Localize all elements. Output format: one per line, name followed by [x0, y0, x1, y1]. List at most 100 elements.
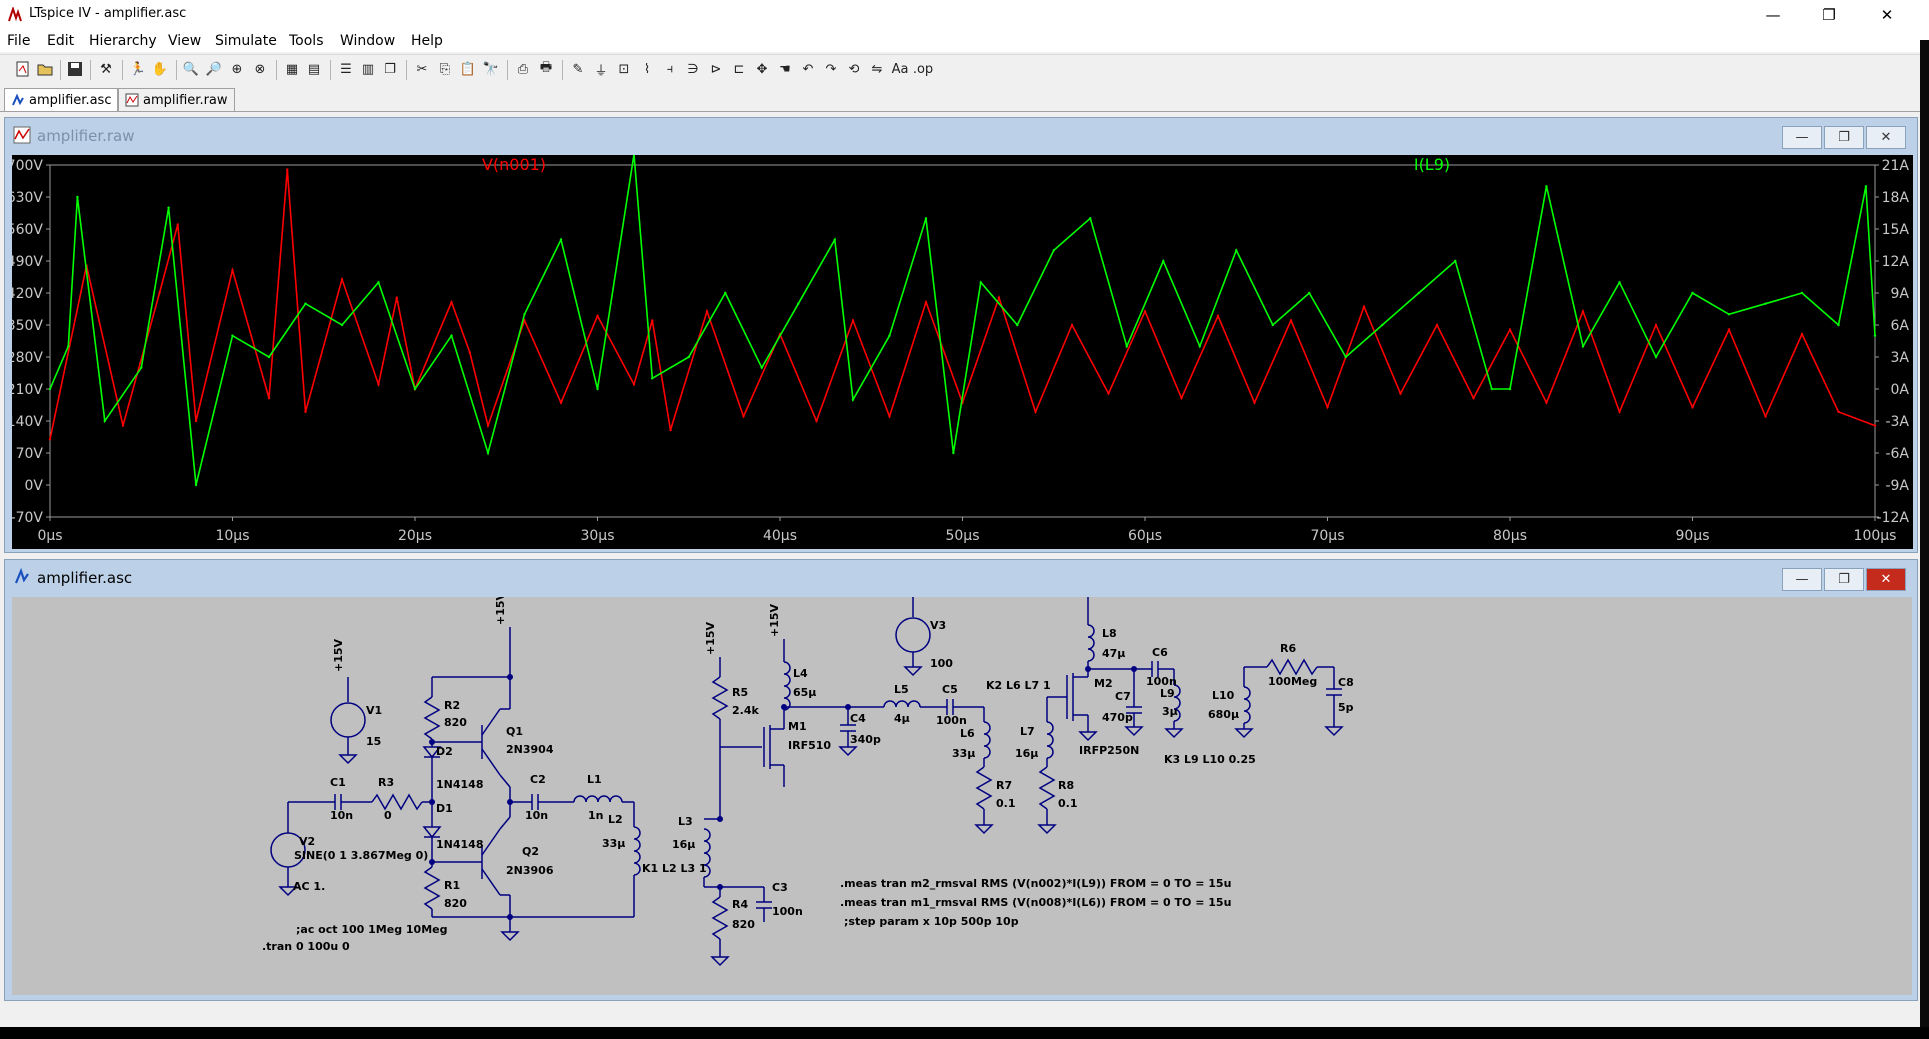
v1-value: 15: [366, 735, 381, 748]
c5-label: C5: [942, 683, 958, 696]
zoom-in-icon[interactable]: 🔍: [182, 60, 200, 78]
waveform-icon: [13, 126, 31, 144]
d1-label: D1: [436, 802, 453, 815]
cascade-icon[interactable]: ❐: [381, 60, 399, 78]
series-point-v-n001: [377, 383, 380, 386]
y-right-tick-label: 3A: [1891, 350, 1910, 366]
draw-wire-icon[interactable]: ✎: [569, 60, 587, 78]
print-icon[interactable]: 🖶: [537, 60, 555, 78]
menu-edit[interactable]: Edit: [47, 33, 74, 49]
series-point-v-n001: [651, 319, 654, 322]
cut-icon[interactable]: ✂: [413, 60, 431, 78]
l2-value: 33µ: [602, 837, 625, 850]
run-icon[interactable]: 🏃: [129, 60, 147, 78]
series-point-v-n001: [1399, 392, 1402, 395]
zoom-fit-icon[interactable]: ⊕: [228, 60, 246, 78]
waveform-chart: 700V 630V 560V 490V 420V 350V 280V 210V 140V 70V 0…: [7, 153, 1910, 544]
c4-label: C4: [850, 712, 866, 725]
ac-directive: ;ac oct 100 1Meg 10Meg: [296, 923, 447, 936]
autorange-icon[interactable]: ▦: [283, 60, 301, 78]
series-point-i-l9: [760, 366, 763, 369]
copy-icon[interactable]: ⎘: [436, 60, 454, 78]
drag-icon[interactable]: ☚: [776, 60, 794, 78]
series-point-v-n001: [1180, 396, 1183, 400]
r8-label: R8: [1058, 779, 1074, 792]
y-right-tick-label: 18A: [1882, 190, 1910, 206]
save-icon[interactable]: [66, 60, 84, 78]
menu-hierarchy[interactable]: Hierarchy: [89, 33, 157, 49]
c7-value: 470p: [1102, 711, 1133, 724]
series-point-i-l9: [103, 419, 106, 423]
mirror-icon[interactable]: ⇋: [868, 60, 886, 78]
view-grid-icon[interactable]: ▤: [305, 60, 323, 78]
k3-directive: K3 L9 L10 0.25: [1164, 753, 1256, 766]
l8-label: L8: [1102, 627, 1117, 640]
series-point-i-l9: [67, 345, 70, 348]
schematic-icon: [12, 93, 24, 106]
series-point-v-n001: [705, 310, 709, 313]
tile-vertical-icon[interactable]: ▥: [359, 60, 377, 78]
ground-icon[interactable]: ⏚: [592, 60, 610, 79]
undo-icon[interactable]: ↶: [799, 60, 817, 78]
diode-icon[interactable]: ⊳: [707, 60, 725, 78]
print-preview-icon[interactable]: ⎙: [514, 60, 532, 78]
text-icon[interactable]: Aa: [891, 60, 909, 78]
tile-horizontal-icon[interactable]: ☰: [337, 60, 355, 78]
taskbar-edge: [0, 1027, 1929, 1039]
l5-label: L5: [894, 683, 909, 696]
capacitor-icon[interactable]: ⫞: [661, 60, 679, 78]
tab-amplifier-raw[interactable]: amplifier.raw: [118, 88, 235, 111]
inductor-icon[interactable]: ∋: [684, 60, 702, 78]
series-point-i-l9: [1618, 281, 1621, 284]
paste-icon[interactable]: 📋: [459, 60, 477, 78]
new-schematic-icon[interactable]: [14, 60, 32, 78]
open-icon[interactable]: [36, 60, 54, 78]
waveform-plot[interactable]: 700V 630V 560V 490V 420V 350V 280V 210V 140V 70V 0…: [7, 153, 1913, 549]
maximize-button[interactable]: ❐: [1806, 0, 1852, 30]
menu-simulate[interactable]: Simulate: [215, 33, 277, 49]
series-point-i-l9: [1235, 249, 1238, 252]
menu-view[interactable]: View: [168, 33, 201, 49]
waveform-minimize-button[interactable]: —: [1782, 126, 1822, 149]
tab-amplifier-asc[interactable]: amplifier.asc: [4, 88, 119, 111]
schematic-close-button[interactable]: ✕: [1866, 568, 1906, 591]
series-point-v-n001: [1253, 401, 1256, 404]
v1-net-label: +15V: [332, 638, 345, 672]
waveform-close-button[interactable]: ✕: [1866, 126, 1906, 149]
close-button[interactable]: ✕: [1864, 0, 1910, 30]
redo-icon[interactable]: ↷: [822, 60, 840, 78]
menu-window[interactable]: Window: [340, 33, 395, 49]
schematic-minimize-button[interactable]: —: [1782, 568, 1822, 591]
move-icon[interactable]: ✥: [753, 60, 771, 78]
control-panel-icon[interactable]: ⚒: [97, 60, 115, 78]
minimize-button[interactable]: —: [1750, 0, 1796, 30]
l1-value: 1n: [588, 809, 604, 822]
spice-directive-icon[interactable]: .op: [913, 60, 933, 78]
halt-icon[interactable]: ✋: [151, 60, 169, 78]
resistor-icon[interactable]: ⌇: [638, 60, 656, 78]
c6-label: C6: [1152, 646, 1168, 659]
c3-label: C3: [772, 881, 788, 894]
menu-file[interactable]: File: [7, 33, 30, 49]
x-tick-label: 50µs: [945, 528, 979, 544]
menu-tools[interactable]: Tools: [289, 33, 324, 49]
schematic-maximize-button[interactable]: ❐: [1824, 568, 1864, 591]
series-point-v-n001: [1654, 323, 1658, 327]
find-icon[interactable]: 🔭: [482, 60, 500, 78]
series-point-i-l9: [1800, 291, 1804, 295]
zoom-out-icon[interactable]: 🔎: [205, 60, 223, 78]
l6-value: 33µ: [952, 747, 975, 760]
meas-m2-directive: .meas tran m2_rmsval RMS (V(n002)*I(L9))…: [840, 877, 1231, 890]
label-net-icon[interactable]: ⊡: [615, 60, 633, 78]
q1-label: Q1: [506, 725, 523, 738]
schematic-canvas[interactable]: +15V V1 15 V2 SINE(0 1 3.867Meg 0) AC 1.…: [12, 580, 1912, 995]
series-point-i-l9: [413, 387, 417, 391]
component-icon[interactable]: ⊏: [730, 60, 748, 78]
series-point-v-n001: [742, 415, 745, 418]
menu-help[interactable]: Help: [411, 33, 443, 49]
y-left-tick-label: 280V: [12, 350, 43, 366]
zoom-cancel-icon[interactable]: ⊗: [251, 60, 269, 78]
rotate-icon[interactable]: ⟲: [845, 60, 863, 78]
series-point-v-n001: [669, 428, 672, 432]
waveform-maximize-button[interactable]: ❐: [1824, 126, 1864, 149]
